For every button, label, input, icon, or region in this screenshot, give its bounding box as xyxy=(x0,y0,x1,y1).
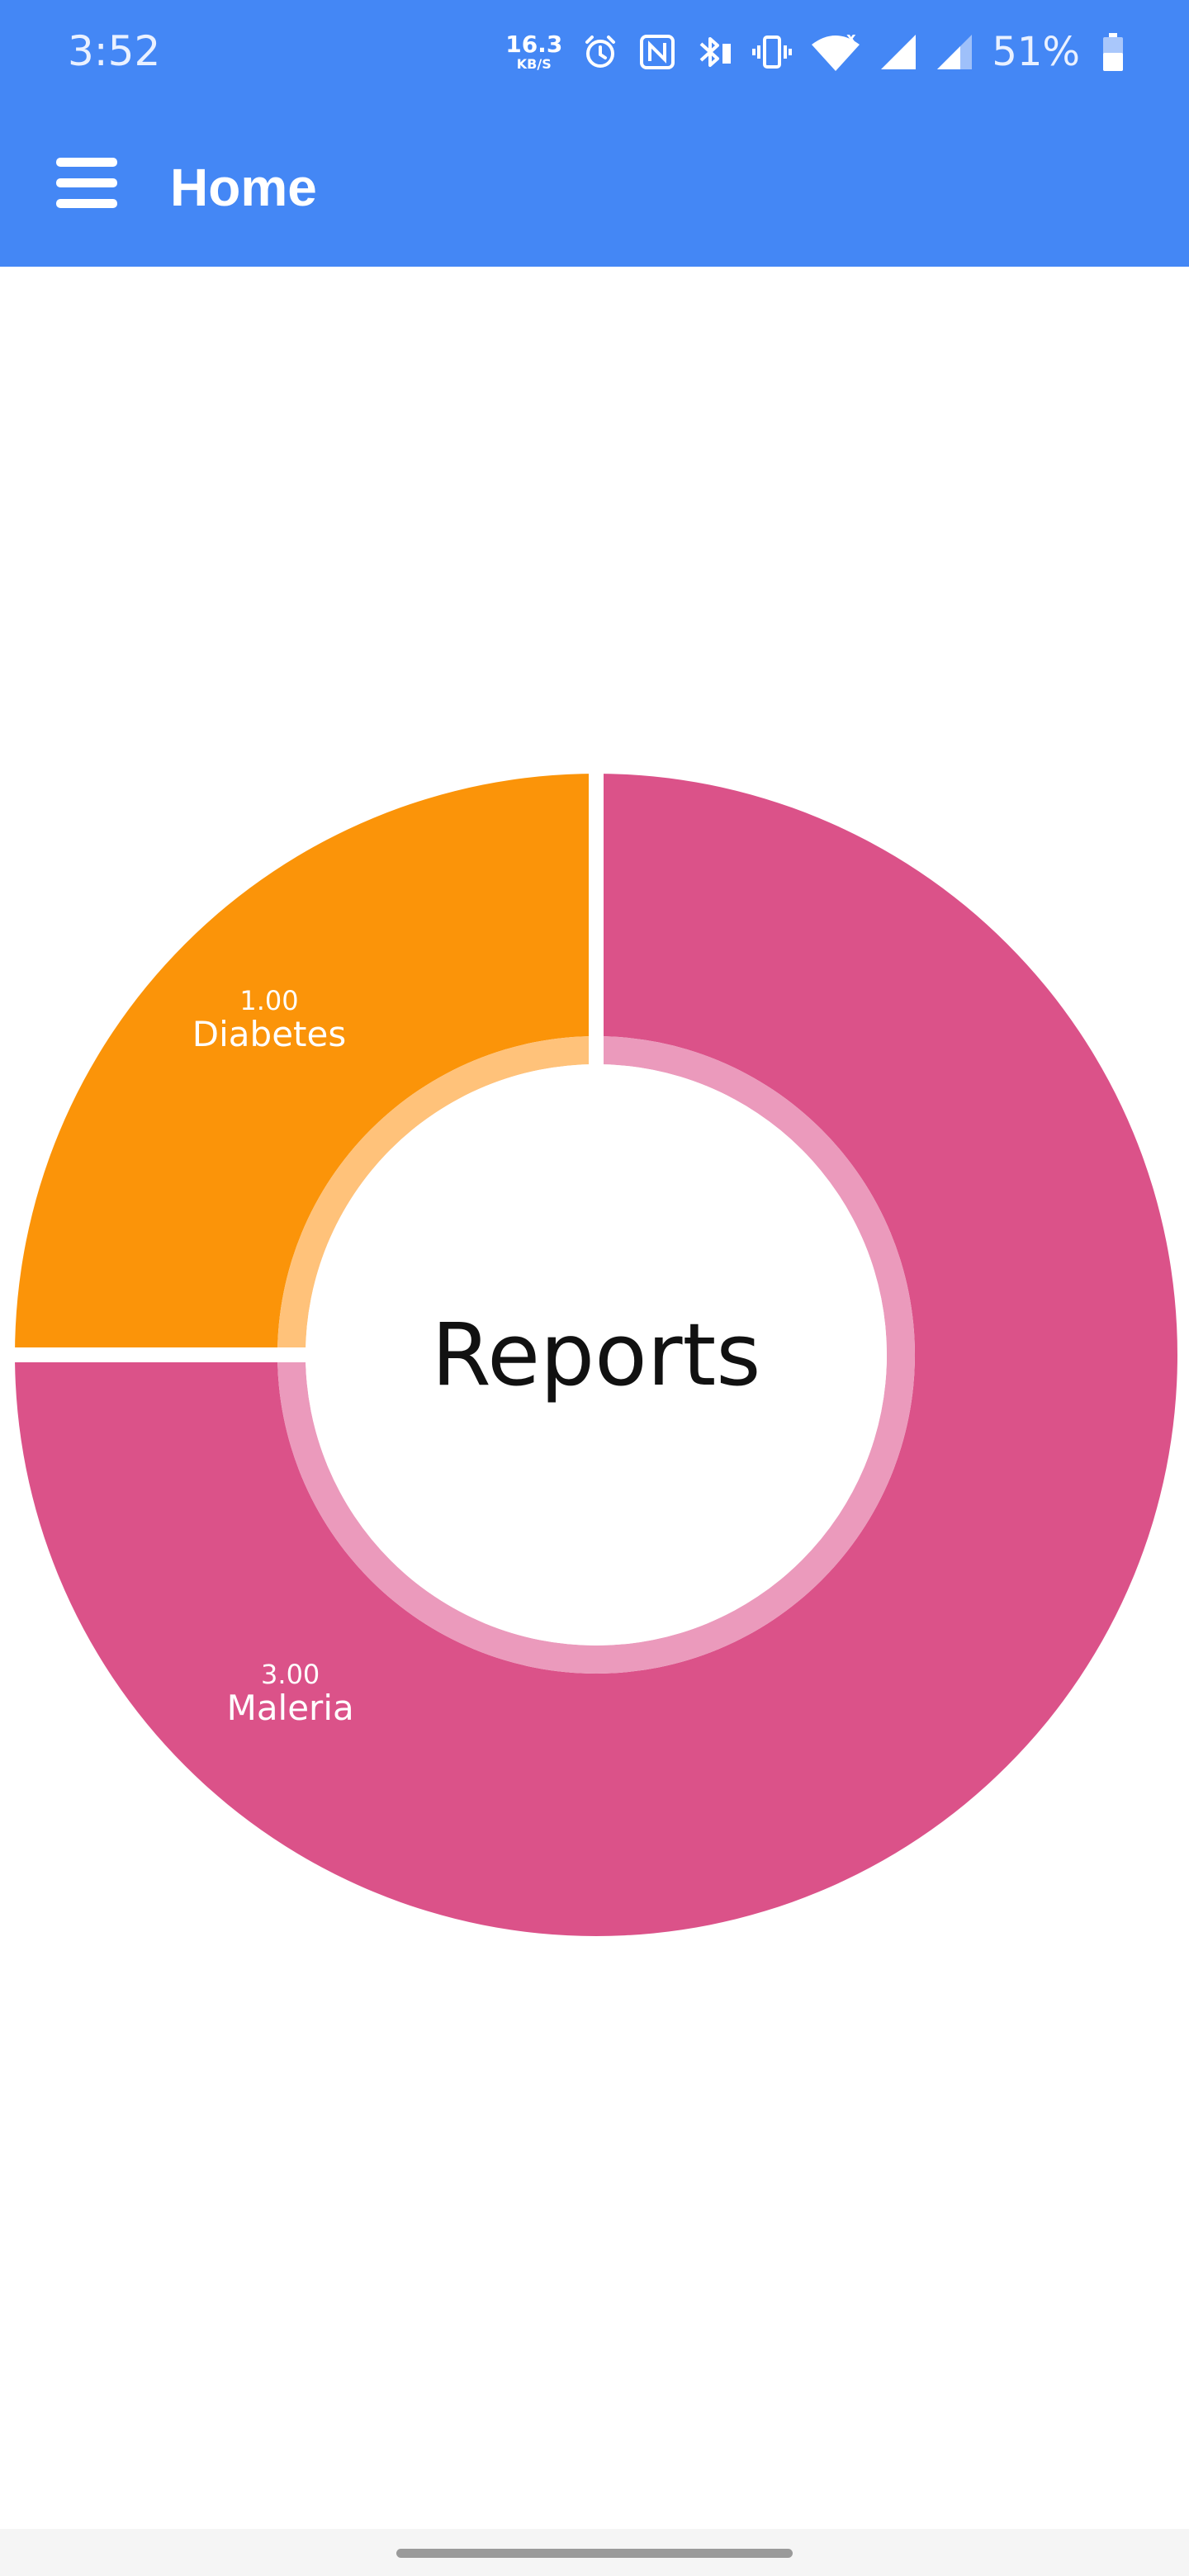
bluetooth-battery-icon xyxy=(699,37,732,67)
svg-text:x: x xyxy=(846,31,856,47)
net-speed-unit: KB/S xyxy=(516,56,552,72)
center-label: Reports xyxy=(432,1305,761,1405)
slice-label-maleria: Maleria xyxy=(227,1688,354,1728)
wifi-icon: x xyxy=(812,31,860,71)
home-gesture-handle[interactable] xyxy=(396,2549,793,2558)
navigation-bar xyxy=(0,2529,1189,2576)
app-bar: Home xyxy=(0,103,1189,267)
signal-icon xyxy=(881,35,917,69)
signal-icon-2 xyxy=(937,35,973,69)
status-time: 3:52 xyxy=(68,27,161,75)
status-bar: 3:52 16.3 KB/S x 51% xyxy=(0,0,1189,103)
slice-value-diabetes: 1.00 xyxy=(239,985,298,1016)
alarm-icon xyxy=(585,36,616,68)
page-title: Home xyxy=(170,158,317,217)
nfc-icon xyxy=(640,35,675,69)
slice-value-maleria: 3.00 xyxy=(261,1659,320,1690)
vibrate-icon xyxy=(752,36,793,69)
slice-label-diabetes: Diabetes xyxy=(192,1014,346,1054)
battery-percent: 51% xyxy=(992,29,1080,75)
reports-chart-area: Reports 3.00 Maleria 1.00 Diabetes xyxy=(0,267,1189,2529)
status-icons: 16.3 KB/S x 51% xyxy=(505,23,1125,81)
net-speed-value: 16.3 xyxy=(505,31,563,58)
net-speed-indicator: 16.3 KB/S xyxy=(505,33,562,71)
menu-button[interactable] xyxy=(41,138,132,229)
battery-icon xyxy=(1103,33,1123,71)
hamburger-menu-icon xyxy=(56,158,117,208)
reports-donut-chart[interactable]: Reports 3.00Maleria 1.00Diabetes xyxy=(0,267,1189,2529)
